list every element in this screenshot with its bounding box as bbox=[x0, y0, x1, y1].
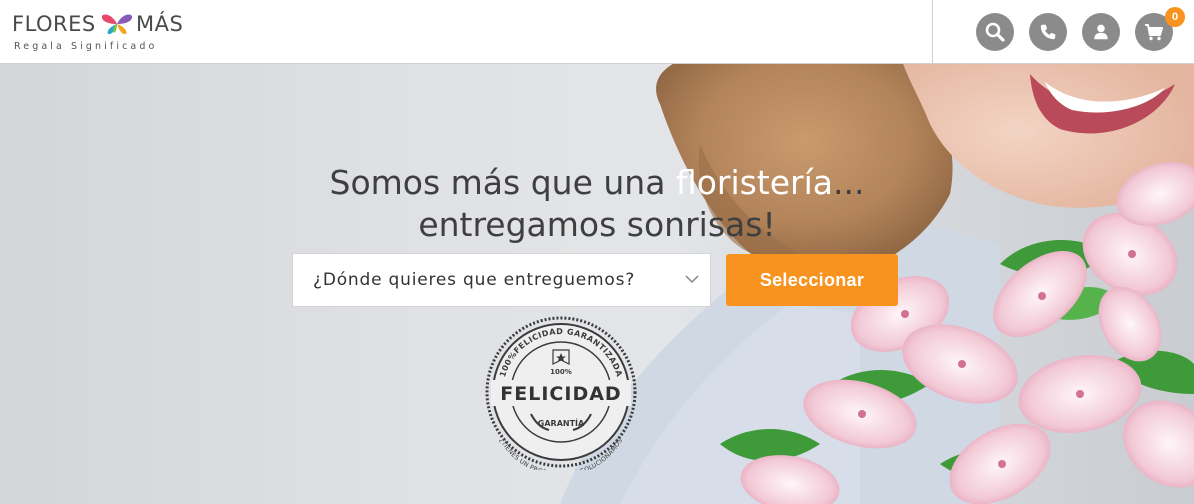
delivery-location-placeholder: ¿Dónde quieres que entreguemos? bbox=[313, 270, 636, 290]
cart-icon bbox=[1145, 24, 1163, 41]
cart-count-badge: 0 bbox=[1165, 7, 1185, 27]
select-location-button[interactable]: Seleccionar bbox=[726, 254, 898, 306]
user-icon bbox=[1094, 24, 1108, 40]
happiness-guarantee-seal: 100%FELICIDAD GARANTIZADA 100% FELICIDAD… bbox=[485, 316, 637, 470]
headline-line-2: entregamos sonrisas! bbox=[418, 205, 776, 245]
header-divider bbox=[932, 0, 933, 64]
headline-line-1: Somos más que una floristería... bbox=[0, 162, 1194, 204]
delivery-location-select[interactable]: ¿Dónde quieres que entreguemos? bbox=[292, 253, 711, 307]
brand-logo[interactable]: FLORES MÁS Regala Significado bbox=[12, 11, 212, 55]
logo-word-flores: FLORES bbox=[12, 12, 96, 36]
hero-banner: Somos más que una floristería... entrega… bbox=[0, 64, 1194, 504]
search-button[interactable] bbox=[976, 13, 1014, 51]
seal-main-text: FELICIDAD bbox=[500, 383, 621, 405]
site-header: FLORES MÁS Regala Significado 0 bbox=[0, 0, 1194, 64]
search-icon bbox=[985, 22, 1005, 42]
account-button[interactable] bbox=[1082, 13, 1120, 51]
logo-tagline: Regala Significado bbox=[14, 41, 158, 52]
headline-ellipsis: ... bbox=[833, 163, 865, 203]
butterfly-logo-icon bbox=[101, 14, 133, 35]
logo-word-mas: MÁS bbox=[136, 12, 184, 36]
chevron-down-icon bbox=[685, 275, 699, 284]
hero-headline: Somos más que una floristería... entrega… bbox=[0, 162, 1194, 246]
seal-ribbon-text: GARANTÍA bbox=[538, 417, 585, 428]
headline-highlight: floristería bbox=[675, 163, 834, 203]
seal-percent: 100% bbox=[550, 368, 572, 376]
headline-text-1: Somos más que una bbox=[329, 163, 676, 203]
phone-button[interactable] bbox=[1029, 13, 1067, 51]
phone-icon bbox=[1040, 24, 1056, 40]
